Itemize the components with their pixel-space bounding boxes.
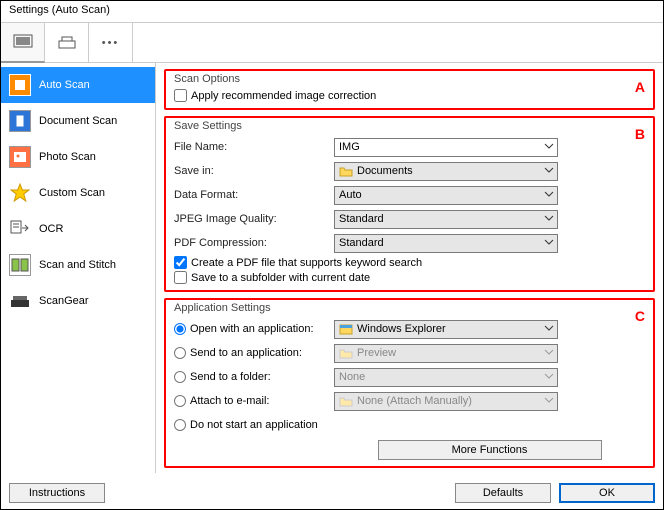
sidebar-item-label: OCR [39,223,63,235]
open-with-radio[interactable] [174,323,186,335]
attach-email-select[interactable]: None (Attach Manually) [334,392,558,411]
sidebar-item-custom-scan[interactable]: Custom Scan [1,175,155,211]
instructions-button[interactable]: Instructions [9,483,105,503]
auto-scan-icon [9,74,31,96]
defaults-button[interactable]: Defaults [455,483,551,503]
send-folder-value: None [339,371,365,383]
chevron-down-icon [544,371,554,381]
open-with-label: Open with an application: [190,323,314,335]
apply-correction-checkbox[interactable] [174,89,187,102]
app-settings-legend: Application Settings [174,302,271,314]
star-icon [9,182,31,204]
pdf-compression-select[interactable]: Standard [334,234,558,253]
data-format-value: Auto [339,189,362,201]
printer-icon [57,35,77,51]
keyword-search-checkbox[interactable] [174,256,187,269]
attach-email-value: None (Attach Manually) [357,395,472,407]
settings-window: Settings (Auto Scan) ••• Auto Scan Docu [0,0,664,510]
open-with-select[interactable]: Windows Explorer [334,320,558,339]
attach-email-label: Attach to e-mail: [190,395,269,407]
scan-options-legend: Scan Options [174,73,240,85]
sidebar-item-scangear[interactable]: ScanGear [1,283,155,319]
scangear-icon [9,290,31,312]
ellipsis-icon: ••• [102,37,120,49]
data-format-select[interactable]: Auto [334,186,558,205]
file-name-value: IMG [339,141,360,153]
sidebar-item-label: Document Scan [39,115,117,127]
stitch-icon [9,254,31,276]
subfolder-checkbox[interactable] [174,271,187,284]
send-folder-radio[interactable] [174,371,186,383]
folder-icon [339,166,353,177]
file-name-label: File Name: [174,141,334,153]
application-settings-group: Application Settings C Open with an appl… [164,298,655,468]
more-functions-button[interactable]: More Functions [378,440,602,460]
send-folder-select[interactable]: None [334,368,558,387]
sidebar-item-label: Photo Scan [39,151,96,163]
document-scan-icon [9,110,31,132]
toolbar: ••• [1,23,663,63]
jpeg-quality-label: JPEG Image Quality: [174,213,334,225]
send-app-value: Preview [357,347,396,359]
scan-options-group: Scan Options A Apply recommended image c… [164,69,655,110]
chevron-down-icon [544,347,554,357]
annotation-b: B [635,126,645,142]
save-in-value: Documents [357,165,413,177]
chevron-down-icon [544,165,554,175]
folder-icon [339,348,353,359]
sidebar: Auto Scan Document Scan Photo Scan Custo… [1,63,156,473]
toolbar-tab-more[interactable]: ••• [89,23,133,63]
save-in-label: Save in: [174,165,334,177]
attach-email-radio[interactable] [174,395,186,407]
monitor-icon [13,34,33,50]
content-panel: Scan Options A Apply recommended image c… [156,63,663,473]
send-app-radio[interactable] [174,347,186,359]
save-in-select[interactable]: Documents [334,162,558,181]
sidebar-item-document-scan[interactable]: Document Scan [1,103,155,139]
chevron-down-icon [544,323,554,333]
open-with-value: Windows Explorer [357,323,446,335]
send-app-select[interactable]: Preview [334,344,558,363]
ok-button[interactable]: OK [559,483,655,503]
jpeg-quality-select[interactable]: Standard [334,210,558,229]
chevron-down-icon [544,213,554,223]
chevron-down-icon [544,141,554,151]
pdf-compression-label: PDF Compression: [174,237,334,249]
toolbar-tab-source[interactable] [1,23,45,63]
pdf-compression-value: Standard [339,237,384,249]
jpeg-quality-value: Standard [339,213,384,225]
file-name-select[interactable]: IMG [334,138,558,157]
subfolder-label: Save to a subfolder with current date [191,272,370,284]
window-title: Settings (Auto Scan) [1,1,663,23]
ocr-icon [9,218,31,240]
chevron-down-icon [544,237,554,247]
sidebar-item-auto-scan[interactable]: Auto Scan [1,67,155,103]
send-folder-label: Send to a folder: [190,371,271,383]
apply-correction-label: Apply recommended image correction [191,90,376,102]
save-settings-legend: Save Settings [174,120,242,132]
photo-scan-icon [9,146,31,168]
toolbar-tab-printer[interactable] [45,23,89,63]
chevron-down-icon [544,395,554,405]
explorer-icon [339,324,353,335]
data-format-label: Data Format: [174,189,334,201]
sidebar-item-photo-scan[interactable]: Photo Scan [1,139,155,175]
folder-icon [339,396,353,407]
do-not-start-radio[interactable] [174,419,186,431]
sidebar-item-ocr[interactable]: OCR [1,211,155,247]
save-settings-group: Save Settings B File Name: IMG Save in: … [164,116,655,292]
keyword-search-label: Create a PDF file that supports keyword … [191,257,422,269]
chevron-down-icon [544,189,554,199]
sidebar-item-scan-stitch[interactable]: Scan and Stitch [1,247,155,283]
annotation-a: A [635,79,645,95]
footer: Instructions Defaults OK [9,483,655,503]
sidebar-item-label: Custom Scan [39,187,105,199]
sidebar-item-label: ScanGear [39,295,89,307]
do-not-start-label: Do not start an application [190,419,318,431]
sidebar-item-label: Scan and Stitch [39,259,116,271]
send-app-label: Send to an application: [190,347,302,359]
annotation-c: C [635,308,645,324]
sidebar-item-label: Auto Scan [39,79,90,91]
